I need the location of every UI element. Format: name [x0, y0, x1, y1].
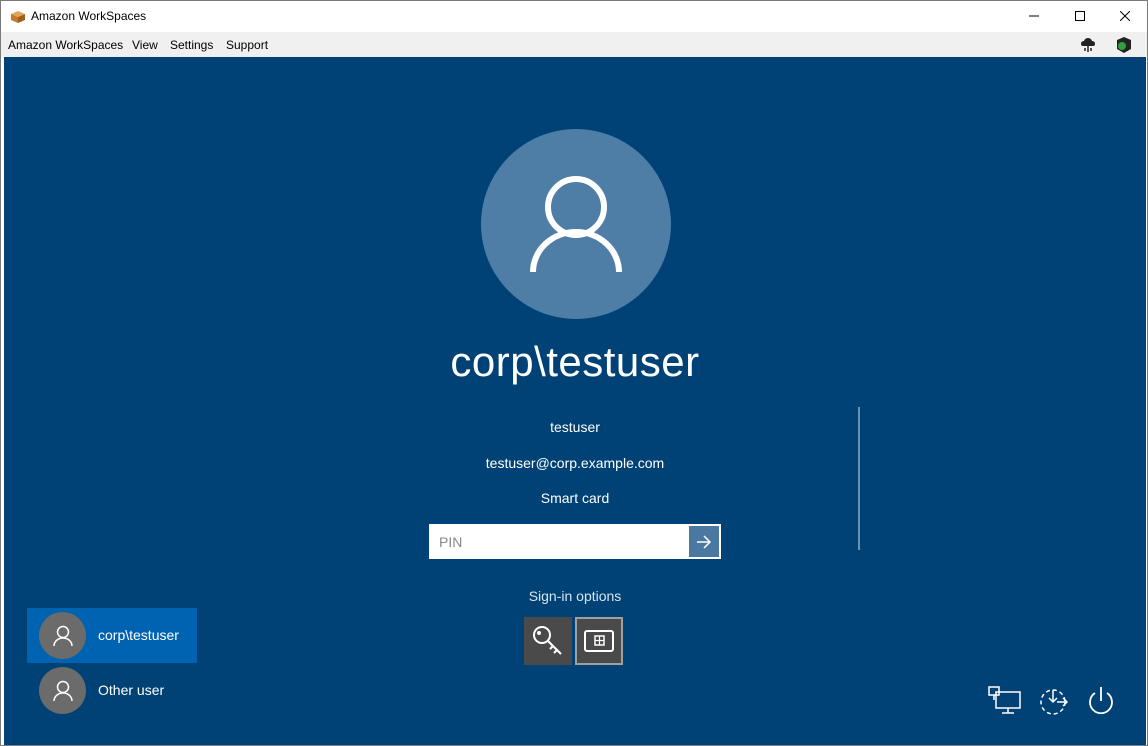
user-tile-label: corp\testuser — [98, 627, 179, 643]
close-button[interactable] — [1102, 1, 1148, 31]
user-icon — [52, 680, 73, 701]
maximize-icon — [1075, 11, 1085, 21]
network-button[interactable] — [987, 683, 1023, 719]
credential-type-label: Smart card — [540, 490, 610, 506]
window-title: Amazon WorkSpaces — [31, 9, 147, 23]
password-option-button[interactable] — [524, 617, 572, 665]
user-tile-other-user[interactable]: Other user — [27, 663, 197, 718]
smart-card-option-button[interactable] — [575, 617, 623, 665]
ease-of-access-button[interactable] — [1035, 683, 1071, 719]
key-icon — [533, 626, 562, 655]
menu-bar: Amazon WorkSpaces View Settings Support — [1, 32, 1147, 57]
network-health-icon[interactable] — [1079, 36, 1097, 54]
title-bar[interactable]: Amazon WorkSpaces — [1, 1, 1147, 32]
menu-support[interactable]: Support — [226, 38, 268, 52]
account-username: testuser — [550, 419, 600, 435]
workspaces-app-icon — [11, 10, 25, 23]
pin-field-container — [429, 524, 721, 559]
smart-card-icon — [584, 630, 614, 652]
power-button[interactable] — [1083, 683, 1119, 719]
menu-view[interactable]: View — [132, 38, 158, 52]
user-avatar-small — [39, 667, 86, 714]
user-icon — [52, 625, 73, 646]
submit-pin-button[interactable] — [689, 526, 719, 557]
arrow-right-icon — [697, 534, 712, 549]
ease-of-access-icon — [1040, 689, 1069, 715]
maximize-button[interactable] — [1057, 1, 1103, 31]
user-tile-testuser[interactable]: corp\testuser — [27, 608, 197, 663]
menu-amazon-workspaces[interactable]: Amazon WorkSpaces — [8, 38, 123, 52]
user-tile-label: Other user — [98, 682, 165, 698]
account-email: testuser@corp.example.com — [485, 455, 665, 471]
pin-input[interactable] — [431, 526, 689, 557]
close-icon — [1120, 11, 1130, 21]
connection-status-icon[interactable] — [1115, 36, 1133, 54]
network-icon — [988, 686, 1021, 714]
user-icon — [530, 176, 622, 273]
minimize-icon — [1029, 15, 1039, 17]
login-screen: corp\testuser testuser testuser@corp.exa… — [4, 57, 1146, 745]
menu-settings[interactable]: Settings — [170, 38, 213, 52]
minimize-button[interactable] — [1011, 1, 1057, 31]
power-icon — [1089, 687, 1113, 715]
user-avatar-small — [39, 612, 86, 659]
user-avatar — [481, 129, 671, 319]
sign-in-options-link[interactable]: Sign-in options — [4, 588, 1146, 604]
app-window: Amazon WorkSpaces Amazon WorkSpaces View… — [0, 0, 1148, 746]
account-display-name: corp\testuser — [450, 338, 700, 385]
vertical-divider — [858, 407, 860, 550]
